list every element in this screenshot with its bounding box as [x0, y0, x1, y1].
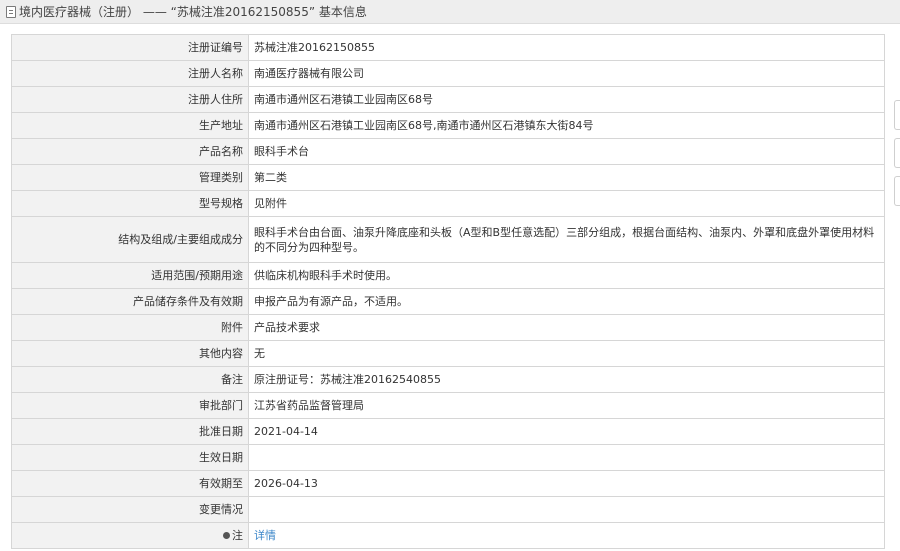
row-value: 2021-04-14	[248, 418, 885, 445]
row-label: 其他内容	[11, 340, 249, 367]
row-label: 审批部门	[11, 392, 249, 419]
table-row: 注 详情	[11, 522, 885, 549]
row-label: 适用范围/预期用途	[11, 262, 249, 289]
row-label: 附件	[11, 314, 249, 341]
row-label: 产品储存条件及有效期	[11, 288, 249, 315]
details-link[interactable]: 详情	[254, 529, 276, 542]
table-row: 有效期至 2026-04-13	[11, 470, 885, 497]
row-label: 结构及组成/主要组成成分	[11, 216, 249, 263]
table-row: 管理类别 第二类	[11, 164, 885, 191]
side-toolbar	[894, 100, 900, 214]
row-value: 无	[248, 340, 885, 367]
table-row: 注册人名称 南通医疗器械有限公司	[11, 60, 885, 87]
row-label: 管理类别	[11, 164, 249, 191]
document-icon	[6, 5, 16, 18]
row-value: 苏械注准20162150855	[248, 34, 885, 61]
table-row: 变更情况	[11, 496, 885, 523]
row-label: 有效期至	[11, 470, 249, 497]
table-row: 备注 原注册证号：苏械注准20162540855	[11, 366, 885, 393]
pin-icon	[223, 532, 230, 539]
row-label: 备注	[11, 366, 249, 393]
row-label: 批准日期	[11, 418, 249, 445]
row-value	[248, 444, 885, 471]
table-row: 生效日期	[11, 444, 885, 471]
table-row: 生产地址 南通市通州区石港镇工业园南区68号,南通市通州区石港镇东大街84号	[11, 112, 885, 139]
row-value: 眼科手术台	[248, 138, 885, 165]
table-row: 产品储存条件及有效期 申报产品为有源产品，不适用。	[11, 288, 885, 315]
side-tab[interactable]	[894, 100, 900, 130]
row-value: 产品技术要求	[248, 314, 885, 341]
row-value: 见附件	[248, 190, 885, 217]
row-value: 申报产品为有源产品，不适用。	[248, 288, 885, 315]
table-row: 结构及组成/主要组成成分 眼科手术台由台面、油泵升降底座和头板（A型和B型任意选…	[11, 216, 885, 263]
row-label: 生产地址	[11, 112, 249, 139]
row-label: 变更情况	[11, 496, 249, 523]
row-value: 原注册证号：苏械注准20162540855	[248, 366, 885, 393]
table-row: 产品名称 眼科手术台	[11, 138, 885, 165]
table-row: 注册证编号 苏械注准20162150855	[11, 34, 885, 61]
row-value: 供临床机构眼科手术时使用。	[248, 262, 885, 289]
row-value: 眼科手术台由台面、油泵升降底座和头板（A型和B型任意选配）三部分组成，根据台面结…	[248, 216, 885, 263]
side-tab[interactable]	[894, 138, 900, 168]
row-label: 注册证编号	[11, 34, 249, 61]
row-label: 注册人住所	[11, 86, 249, 113]
note-label-cell: 注	[11, 522, 249, 549]
row-value: 南通医疗器械有限公司	[248, 60, 885, 87]
table-row: 批准日期 2021-04-14	[11, 418, 885, 445]
page-header: 境内医疗器械（注册） —— “苏械注准20162150855” 基本信息	[0, 0, 900, 24]
row-value: 第二类	[248, 164, 885, 191]
row-label: 生效日期	[11, 444, 249, 471]
row-value	[248, 496, 885, 523]
row-value: 2026-04-13	[248, 470, 885, 497]
row-value: 南通市通州区石港镇工业园南区68号,南通市通州区石港镇东大街84号	[248, 112, 885, 139]
row-label: 型号规格	[11, 190, 249, 217]
table-row: 附件 产品技术要求	[11, 314, 885, 341]
page-title: 境内医疗器械（注册） —— “苏械注准20162150855” 基本信息	[19, 5, 367, 19]
row-label: 产品名称	[11, 138, 249, 165]
table-row: 适用范围/预期用途 供临床机构眼科手术时使用。	[11, 262, 885, 289]
row-value: 江苏省药品监督管理局	[248, 392, 885, 419]
table-row: 审批部门 江苏省药品监督管理局	[11, 392, 885, 419]
row-value: 详情	[248, 522, 885, 549]
table-row: 其他内容 无	[11, 340, 885, 367]
row-label: 注册人名称	[11, 60, 249, 87]
detail-table: 注册证编号 苏械注准20162150855 注册人名称 南通医疗器械有限公司 注…	[11, 34, 885, 549]
side-tab[interactable]	[894, 176, 900, 206]
table-row: 型号规格 见附件	[11, 190, 885, 217]
row-value: 南通市通州区石港镇工业园南区68号	[248, 86, 885, 113]
table-row: 注册人住所 南通市通州区石港镇工业园南区68号	[11, 86, 885, 113]
row-label: 注	[232, 529, 243, 542]
